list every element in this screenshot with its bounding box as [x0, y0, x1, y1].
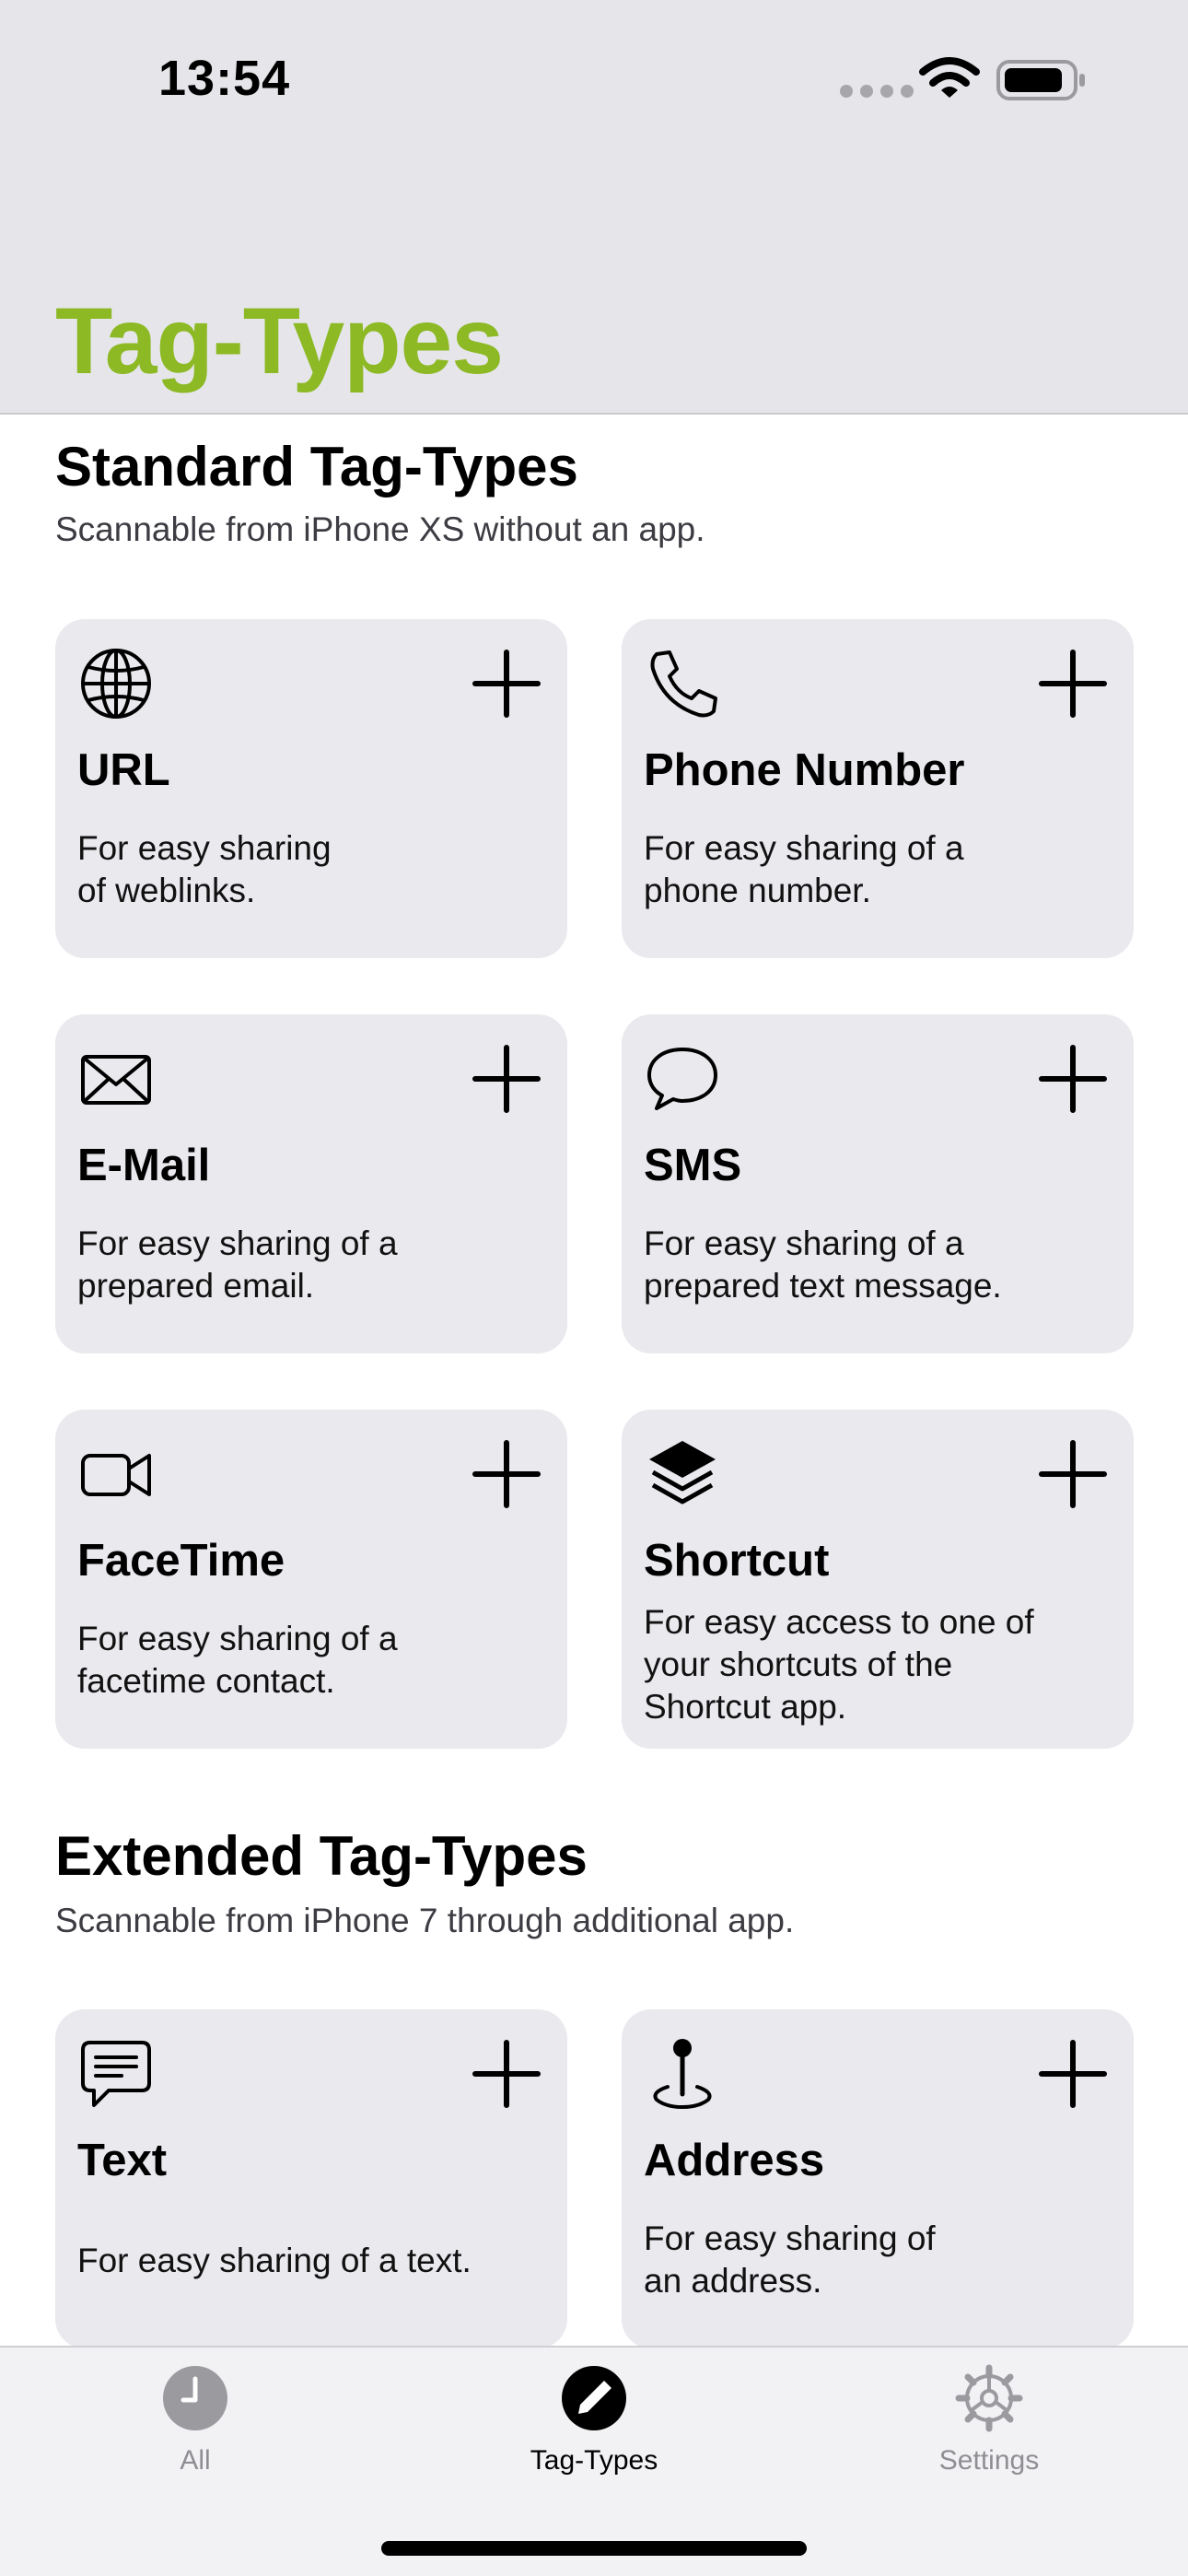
- home-indicator[interactable]: [381, 2541, 807, 2556]
- speech-bubble-icon: [647, 1048, 717, 1110]
- card-title: Address: [644, 2136, 825, 2185]
- cellular-signal-icon: [840, 85, 914, 98]
- tag-card-email[interactable]: E-Mail For easy sharing of a prepared em…: [55, 1014, 567, 1353]
- navigation-header: 13:54 Tag-Types: [0, 0, 1188, 415]
- screen: 13:54 Tag-Types Standard Tag-Types Scann…: [0, 0, 1188, 2576]
- phone-icon: [650, 650, 717, 718]
- battery-icon: [996, 60, 1085, 100]
- card-description: For easy sharing of an address.: [644, 2218, 1104, 2302]
- card-title: Text: [77, 2136, 168, 2185]
- description-line: phone number.: [644, 872, 871, 909]
- add-email-button[interactable]: [470, 1042, 543, 1116]
- card-title: Phone Number: [644, 745, 965, 795]
- clock-icon: [163, 2366, 227, 2430]
- description-line: For easy sharing of a: [77, 1224, 398, 1262]
- card-title: Shortcut: [644, 1536, 830, 1586]
- card-description: For easy access to one of your shortcuts…: [644, 1601, 1104, 1728]
- tab-label: Tag-Types: [530, 2445, 658, 2476]
- card-description: For easy sharing of a prepared text mess…: [644, 1223, 1104, 1307]
- description-line: For easy access to one of: [644, 1603, 1034, 1641]
- tag-card-facetime[interactable]: FaceTime For easy sharing of a facetime …: [55, 1410, 567, 1749]
- card-description: For easy sharing of weblinks.: [77, 827, 538, 912]
- tab-tag-types[interactable]: Tag-Types: [456, 2364, 732, 2493]
- extended-section-title: Extended Tag-Types: [55, 1825, 588, 1887]
- description-line: facetime contact.: [77, 1662, 335, 1700]
- description-line: of weblinks.: [77, 872, 256, 909]
- tag-card-text[interactable]: Text For easy sharing of a text.: [55, 2009, 567, 2346]
- tag-card-phone-number[interactable]: Phone Number For easy sharing of a phone…: [622, 619, 1134, 958]
- video-camera-icon: [81, 1454, 151, 1496]
- description-line: For easy sharing of a: [644, 829, 964, 867]
- map-pin-icon: [653, 2039, 712, 2110]
- card-title: FaceTime: [77, 1536, 285, 1586]
- card-description: For easy sharing of a text.: [77, 2240, 538, 2282]
- tab-label: Settings: [938, 2445, 1040, 2476]
- standard-section-title: Standard Tag-Types: [55, 436, 578, 498]
- add-phone-number-button[interactable]: [1036, 647, 1110, 720]
- tab-settings[interactable]: Settings: [851, 2364, 1127, 2493]
- description-line: prepared text message.: [644, 1267, 1002, 1305]
- tag-card-sms[interactable]: SMS For easy sharing of a prepared text …: [622, 1014, 1134, 1353]
- tag-card-shortcut[interactable]: Shortcut For easy access to one of your …: [622, 1410, 1134, 1749]
- description-line: For easy sharing of: [644, 2219, 936, 2257]
- tag-types-list[interactable]: Standard Tag-Types Scannable from iPhone…: [0, 416, 1188, 2346]
- card-title: SMS: [644, 1141, 742, 1190]
- gear-icon: [955, 2364, 1023, 2432]
- description-line: For easy sharing of a: [77, 1620, 398, 1657]
- description-line: For easy sharing of a text.: [77, 2242, 472, 2279]
- card-title: E-Mail: [77, 1141, 211, 1190]
- tab-all[interactable]: All: [57, 2364, 333, 2493]
- description-line: Shortcut app.: [644, 1688, 847, 1726]
- description-line: For easy sharing of a: [644, 1224, 964, 1262]
- add-shortcut-button[interactable]: [1036, 1437, 1110, 1511]
- envelope-icon: [81, 1055, 151, 1105]
- page-title: Tag-Types: [55, 288, 504, 393]
- tab-label: All: [180, 2445, 211, 2476]
- card-description: For easy sharing of a phone number.: [644, 827, 1104, 912]
- text-bubble-icon: [81, 2041, 151, 2107]
- status-time: 13:54: [158, 51, 291, 106]
- description-line: For easy sharing: [77, 829, 332, 867]
- globe-icon: [81, 649, 151, 719]
- tag-card-url[interactable]: URL For easy sharing of weblinks.: [55, 619, 567, 958]
- pencil-icon: [562, 2366, 626, 2430]
- add-facetime-button[interactable]: [470, 1437, 543, 1511]
- add-address-button[interactable]: [1036, 2037, 1110, 2111]
- description-line: your shortcuts of the: [644, 1645, 953, 1683]
- description-line: prepared email.: [77, 1267, 315, 1305]
- description-line: an address.: [644, 2262, 822, 2300]
- extended-section-subtitle: Scannable from iPhone 7 through addition…: [55, 1902, 795, 1939]
- card-description: For easy sharing of a facetime contact.: [77, 1618, 538, 1703]
- tag-card-address[interactable]: Address For easy sharing of an address.: [622, 2009, 1134, 2346]
- card-description: For easy sharing of a prepared email.: [77, 1223, 538, 1307]
- standard-section-subtitle: Scannable from iPhone XS without an app.: [55, 510, 705, 548]
- add-sms-button[interactable]: [1036, 1042, 1110, 1116]
- add-text-button[interactable]: [470, 2037, 543, 2111]
- wifi-icon: [919, 57, 980, 98]
- card-title: URL: [77, 745, 170, 795]
- layers-icon: [649, 1441, 716, 1505]
- add-url-button[interactable]: [470, 647, 543, 720]
